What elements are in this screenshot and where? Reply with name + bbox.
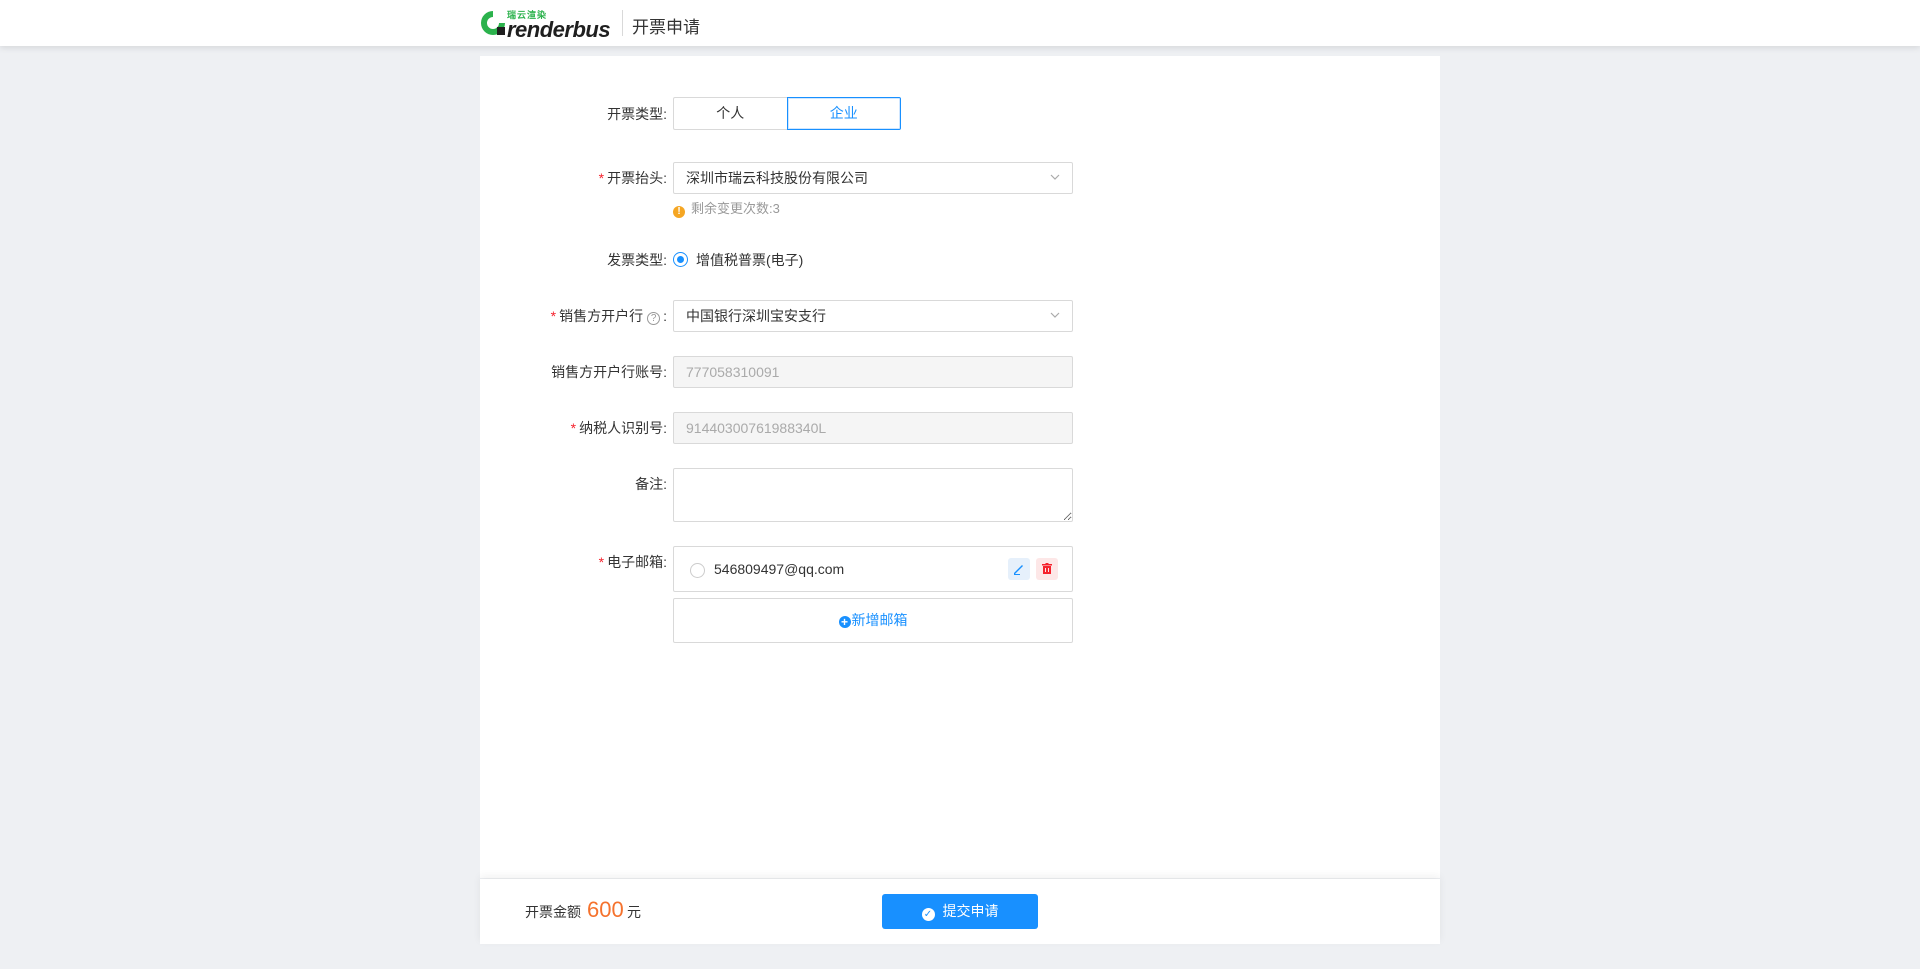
email-label-text: 电子邮箱: <box>607 554 667 570</box>
invoice-title-value: 深圳市瑞云科技股份有限公司 <box>686 170 868 186</box>
remark-textarea[interactable] <box>673 468 1073 522</box>
add-email-button[interactable]: + 新增邮箱 <box>673 598 1073 643</box>
seller-bank-select[interactable]: 中国银行深圳宝安支行 <box>673 300 1073 332</box>
seller-account-label-text: 销售方开户行账号: <box>551 364 667 380</box>
add-email-label: 新增邮箱 <box>851 612 908 628</box>
invoice-type-label-text: 发票类型: <box>607 252 667 268</box>
required-mark: * <box>598 554 605 570</box>
seller-bank-label: * 销售方开户行?: <box>477 306 667 326</box>
radio-checked-icon <box>673 252 688 267</box>
email-list-item: 546809497@qq.com <box>673 546 1073 592</box>
option-personal[interactable]: 个人 <box>673 97 787 130</box>
change-count-tip: ! 剩余变更次数:3 <box>673 199 780 219</box>
invoice-title-label: * 开票抬头: <box>477 168 667 188</box>
invoice-title-label-text: 开票抬头: <box>607 170 667 186</box>
invoice-category-label: 开票类型: <box>477 104 667 124</box>
invoice-category-label-text: 开票类型: <box>607 106 667 122</box>
taxpayer-id-label-text: 纳税人识别号: <box>579 420 667 436</box>
remark-label-text: 备注: <box>635 476 667 492</box>
invoice-type-option: 增值税普票(电子) <box>696 252 804 268</box>
seller-bank-label-text: 销售方开户行 <box>559 308 644 324</box>
required-mark: * <box>598 170 605 186</box>
trash-icon <box>1042 563 1052 574</box>
submit-button[interactable]: ✓ 提交申请 <box>882 894 1038 929</box>
seller-account-label: 销售方开户行账号: <box>477 362 667 382</box>
logo-wordmark: renderbus <box>507 17 611 42</box>
email-address: 546809497@qq.com <box>714 561 845 577</box>
invoice-title-select[interactable]: 深圳市瑞云科技股份有限公司 <box>673 162 1073 194</box>
renderbus-logo[interactable]: 瑞云渲染 renderbus <box>479 7 615 42</box>
invoice-category-toggle: 个人 企业 <box>673 97 901 130</box>
seller-account-placeholder: 777058310091 <box>686 364 780 380</box>
check-circle-icon: ✓ <box>921 908 935 921</box>
amount-value: 600 <box>587 897 624 922</box>
required-mark: * <box>550 308 557 324</box>
seller-account-field[interactable]: 777058310091 <box>673 356 1073 388</box>
invoice-type-label: 发票类型: <box>477 250 667 270</box>
help-icon[interactable]: ? <box>647 312 661 325</box>
warning-icon: ! <box>673 206 685 218</box>
top-header: 瑞云渲染 renderbus 开票申请 <box>0 0 1920 46</box>
plus-circle-icon: + <box>838 616 851 628</box>
email-label: * 电子邮箱: <box>477 552 667 572</box>
taxpayer-id-placeholder: 91440300761988340L <box>686 420 827 436</box>
email-radio[interactable] <box>690 563 705 578</box>
change-count-text: 剩余变更次数:3 <box>691 201 780 216</box>
header-divider <box>622 10 623 36</box>
required-mark: * <box>570 420 577 436</box>
option-company[interactable]: 企业 <box>786 97 901 130</box>
page-title: 开票申请 <box>632 18 700 37</box>
submit-label: 提交申请 <box>942 903 999 919</box>
seller-bank-value: 中国银行深圳宝安支行 <box>686 308 826 324</box>
logo-mark-icon <box>481 11 505 35</box>
invoice-type-radio[interactable]: 增值税普票(电子) <box>673 250 803 270</box>
delete-email-button[interactable] <box>1036 558 1058 580</box>
taxpayer-id-field[interactable]: 91440300761988340L <box>673 412 1073 444</box>
edit-email-button[interactable] <box>1008 558 1030 580</box>
amount-unit: 元 <box>627 904 641 920</box>
seller-bank-label-suffix: : <box>663 308 667 324</box>
chevron-down-icon <box>1050 312 1060 318</box>
amount-label: 开票金额 <box>525 904 581 920</box>
taxpayer-id-label: * 纳税人识别号: <box>477 418 667 438</box>
chevron-down-icon <box>1050 174 1060 180</box>
pencil-icon <box>1014 565 1023 575</box>
remark-label: 备注: <box>477 474 667 494</box>
